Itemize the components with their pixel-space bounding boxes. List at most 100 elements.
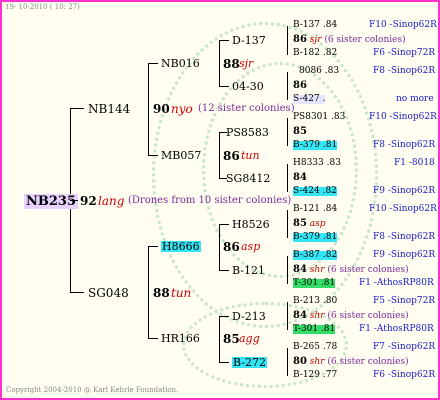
- gen4-score: .84: [322, 204, 338, 214]
- sire-id[interactable]: NB144: [88, 103, 130, 115]
- g4-vline-7: [287, 302, 288, 330]
- gen4-id[interactable]: B-121: [293, 204, 320, 214]
- dam-id[interactable]: SG048: [88, 287, 129, 299]
- gen4-row-3: 8086 .83: [299, 67, 339, 76]
- gen4-id[interactable]: T-301: [293, 324, 318, 334]
- g4-vline-4: [287, 164, 288, 192]
- gen4-num-4: 86: [293, 80, 307, 91]
- root-race: lang: [98, 194, 125, 208]
- g4-vline-6: [287, 256, 288, 284]
- sire-father-mother[interactable]: 04-30: [232, 81, 264, 92]
- gen4-id[interactable]: H8333: [293, 158, 324, 168]
- dam-father-id[interactable]: H8666: [161, 241, 201, 252]
- gen4-row-2: B-182 .82: [293, 49, 337, 58]
- gen4-ref-12[interactable]: F10 -Sinop62R: [369, 205, 437, 214]
- dam-mother-mother[interactable]: B-272: [232, 357, 267, 368]
- sire-mother-id[interactable]: MB057: [161, 150, 201, 161]
- sire-mother-num: 86: [223, 149, 240, 163]
- gen4-id[interactable]: B-379: [293, 232, 320, 242]
- dam-num: 88: [153, 286, 170, 300]
- g3-h-1b: [219, 86, 229, 87]
- gen4-ref-20[interactable]: F1 -AthosRP80R: [359, 325, 434, 334]
- gen4-ref-21[interactable]: F7 -Sinop62R: [373, 343, 435, 352]
- gen4-num-10: 84: [293, 172, 307, 183]
- gen4-ref-5[interactable]: no more: [396, 95, 434, 104]
- gen4-id[interactable]: B-387: [293, 250, 320, 260]
- g3-h-4b: [219, 362, 229, 363]
- gen4-num-19: 84: [293, 310, 307, 321]
- gen4-id[interactable]: B-213: [293, 296, 320, 306]
- gen4-ref-14[interactable]: F8 -Sinop62R: [373, 233, 435, 242]
- sire-num: 90: [153, 102, 170, 116]
- gen4-ref-6[interactable]: F10 -Sinop62R: [369, 113, 437, 122]
- dam-bottom-hline: [148, 338, 158, 339]
- gen4-id[interactable]: S-424: [293, 186, 320, 196]
- gen4-row-8: B-379 .81: [293, 140, 338, 150]
- sire-father-id[interactable]: NB016: [161, 58, 200, 69]
- gen4-ref-9[interactable]: F1 -8018: [394, 159, 435, 168]
- pedigree-frame: 19- 10-2010 ( 10: 27) Copyright 2004-201…: [0, 0, 440, 400]
- gen4-ref-0[interactable]: F10 -Sinop62R: [369, 21, 437, 30]
- gen4-score: .83: [326, 158, 341, 168]
- gen4-ref-3[interactable]: F8 -Sinop62R: [373, 67, 435, 76]
- gen4-id[interactable]: 8086: [299, 66, 322, 76]
- sire-mother-race: tun: [241, 149, 260, 162]
- gen4-id[interactable]: T-301: [293, 278, 318, 288]
- gen4-id[interactable]: B-182: [293, 48, 320, 58]
- gen4-score: .81: [322, 232, 338, 242]
- gen4-ref-8[interactable]: F8 -Sinop62R: [373, 141, 435, 150]
- sire-note: (12 sister colonies): [198, 103, 295, 114]
- root-bottom-hline: [70, 292, 84, 293]
- dam-top-hline: [148, 246, 158, 247]
- root-note: (Drones from 10 sister colonies): [128, 195, 292, 206]
- dam-father-father[interactable]: H8526: [232, 219, 270, 230]
- gen4-ref-11[interactable]: F9 -Sinop62R: [373, 187, 435, 196]
- root-queen-id[interactable]: NB235: [24, 194, 79, 209]
- gen4-id[interactable]: B-265: [293, 342, 320, 352]
- g3-h-3b: [219, 270, 229, 271]
- gen4-row-12: B-121 .84: [293, 205, 337, 214]
- report-date: 19- 10-2010 ( 10: 27): [5, 3, 80, 11]
- g4-vline-8: [287, 348, 288, 376]
- sire-mother-father[interactable]: PS8583: [226, 127, 269, 138]
- gen4-note-16: (6 sister colonies): [327, 265, 409, 275]
- sire-father-race: sjr: [239, 57, 254, 70]
- gen4-ref-18[interactable]: F5 -Sinop72R: [373, 297, 435, 306]
- gen4-id[interactable]: B-137: [293, 20, 320, 30]
- gen4-note-22: (6 sister colonies): [327, 357, 409, 367]
- gen4-row-18: B-213 .80: [293, 297, 337, 306]
- dam-mother-father[interactable]: D-213: [232, 311, 266, 322]
- gen4-ref-15[interactable]: F9 -Sinop62R: [373, 251, 435, 260]
- g4-vline-2: [287, 72, 288, 100]
- dam-father-num: 86: [223, 240, 240, 254]
- sire-father-father[interactable]: D-137: [232, 35, 266, 46]
- dam-race: tun: [171, 286, 192, 300]
- gen4-note-1: (6 sister colonies): [324, 35, 406, 45]
- sire-mother-mother[interactable]: SG8412: [226, 173, 270, 184]
- g4-vline-3: [287, 118, 288, 146]
- dam-father-mother[interactable]: B-121: [232, 265, 265, 276]
- gen4-score: .84: [322, 20, 338, 30]
- gen4-ref-17[interactable]: F1 -AthosRP80R: [359, 279, 434, 288]
- gen4-score: .83: [324, 66, 340, 76]
- gen4-id[interactable]: PS8301: [293, 112, 328, 122]
- gen4-row-20: T-301 .81: [293, 324, 336, 334]
- gen4-num-16: 84: [293, 264, 307, 275]
- gen4-score: .81: [322, 140, 338, 150]
- gen4-id[interactable]: B-129: [293, 370, 320, 380]
- g3-h-3a: [219, 224, 229, 225]
- gen4-row-0: B-137 .84: [293, 21, 337, 30]
- sire-father-num: 88: [223, 57, 240, 71]
- gen4-ref-2[interactable]: F6 -Sinop72R: [373, 49, 435, 58]
- dam-father-race: asp: [241, 240, 261, 253]
- gen4-ref-23[interactable]: F6 -Sinop62R: [373, 371, 435, 380]
- gen4-score: .82: [322, 186, 337, 196]
- gen4-num-22: 80: [293, 356, 307, 367]
- dam-mother-id[interactable]: HR166: [161, 333, 200, 344]
- gen4-score: .83: [331, 112, 346, 122]
- g3-h-4a: [219, 316, 229, 317]
- gen4-score: .77: [322, 370, 338, 380]
- gen4-id[interactable]: S-427: [293, 94, 320, 104]
- gen4-id[interactable]: B-379: [293, 140, 320, 150]
- gen4-num-7: 85: [293, 126, 307, 137]
